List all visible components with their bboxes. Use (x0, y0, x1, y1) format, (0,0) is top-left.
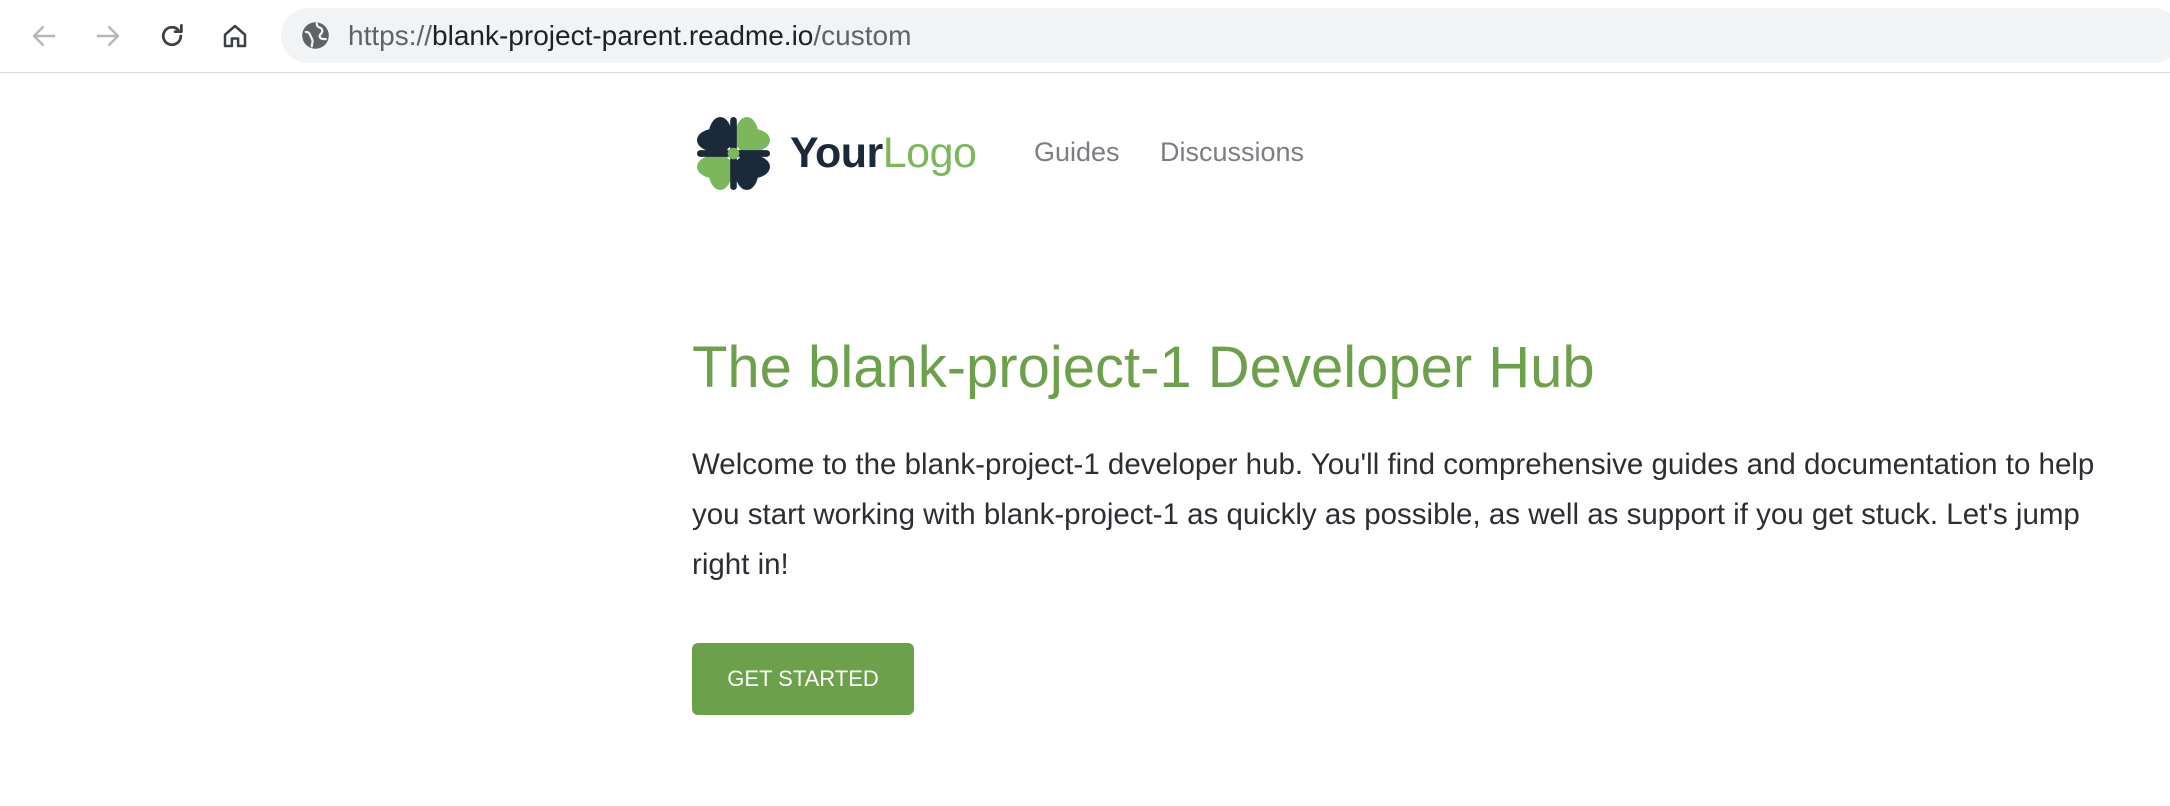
hero-title: The blank-project-1 Developer Hub (692, 335, 1595, 400)
hero-description: Welcome to the blank-project-1 developer… (692, 448, 2095, 581)
site-logo[interactable]: YourLogo (692, 111, 977, 196)
logo-text-light: Logo (882, 129, 977, 177)
browser-toolbar: https://blank-project-parent.readme.io/c… (0, 0, 2170, 73)
url-path: /custom (813, 20, 912, 51)
url-scheme: https:// (348, 20, 433, 51)
url-text[interactable]: https://blank-project-parent.readme.io/c… (348, 8, 911, 63)
home-icon (223, 24, 247, 48)
logo-wordmark: YourLogo (790, 129, 977, 177)
back-button[interactable] (24, 16, 64, 56)
nav-guides-link[interactable]: Guides (1034, 132, 1120, 172)
reload-icon (161, 24, 183, 47)
globe-icon[interactable] (301, 21, 330, 50)
nav-discussions-link[interactable]: Discussions (1160, 132, 1304, 172)
url-host: blank-project-parent.readme.io (432, 20, 814, 51)
reload-button[interactable] (152, 16, 192, 56)
clover-logo-icon (696, 116, 771, 191)
back-arrow-icon (32, 26, 56, 46)
get-started-button[interactable]: GET STARTED (692, 643, 914, 715)
forward-arrow-icon (96, 26, 120, 46)
home-button[interactable] (215, 16, 255, 56)
forward-button[interactable] (88, 16, 128, 56)
address-bar[interactable]: https://blank-project-parent.readme.io/c… (281, 8, 2170, 63)
logo-text-bold: Your (790, 129, 883, 177)
